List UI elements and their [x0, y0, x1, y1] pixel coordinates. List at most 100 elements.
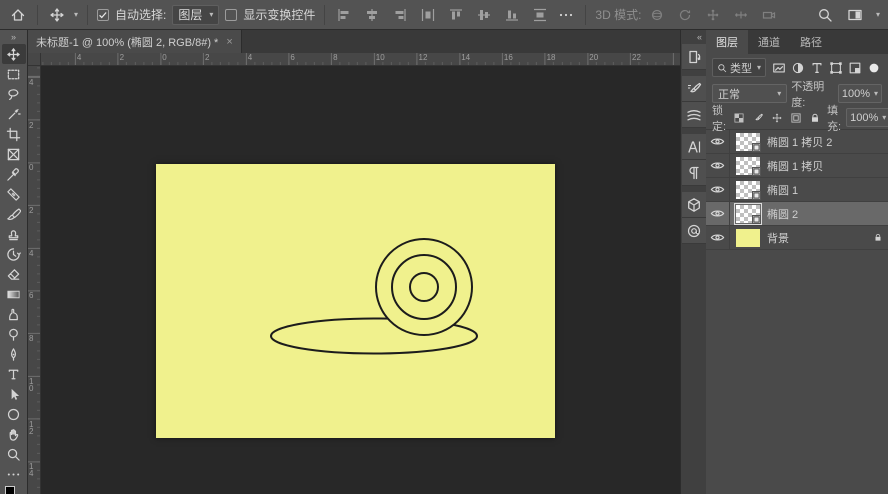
foreground-color-swatch[interactable]: [4, 486, 15, 494]
filter-smart-icon[interactable]: [846, 59, 863, 76]
character-panel-icon[interactable]: [681, 134, 706, 160]
filter-type-icon[interactable]: [808, 59, 825, 76]
align-right-icon[interactable]: [390, 5, 410, 25]
zoom-tool-icon[interactable]: [2, 444, 26, 464]
healing-tool-icon[interactable]: [2, 184, 26, 204]
3d-slide-icon[interactable]: [731, 5, 751, 25]
panel-tab-路径[interactable]: 路径: [790, 30, 832, 54]
brushes-panel-icon[interactable]: [681, 102, 706, 128]
filter-toggle-icon[interactable]: [865, 59, 882, 76]
align-center-h-icon[interactable]: [362, 5, 382, 25]
move-tool-preset-icon[interactable]: [47, 5, 67, 25]
auto-select-checkbox[interactable]: [97, 8, 110, 21]
marquee-tool-icon[interactable]: [2, 64, 26, 84]
panel-tab-通道[interactable]: 通道: [748, 30, 790, 54]
layer-row[interactable]: 背景: [706, 226, 888, 250]
brush-tool-icon[interactable]: [2, 204, 26, 224]
layer-thumbnail[interactable]: [736, 156, 761, 176]
smudge-tool-icon[interactable]: [2, 304, 26, 324]
type-tool-icon[interactable]: [2, 364, 26, 384]
history-panel-icon[interactable]: [681, 44, 706, 70]
eyedropper-tool-icon[interactable]: [2, 164, 26, 184]
canvas[interactable]: [156, 164, 555, 438]
panel-menu-icon[interactable]: [883, 30, 888, 54]
layer-name[interactable]: 椭圆 1 拷贝 2: [767, 134, 888, 150]
opacity-input[interactable]: 100% ▾: [837, 84, 882, 103]
panels-expand-chevron[interactable]: «: [681, 30, 706, 44]
ruler-origin-box[interactable]: [28, 53, 41, 66]
chevron-down-icon[interactable]: ▾: [74, 10, 78, 19]
dodge-tool-icon[interactable]: [2, 324, 26, 344]
toolbar-collapse-chevron[interactable]: »: [0, 30, 27, 44]
align-top-icon[interactable]: [446, 5, 466, 25]
visibility-eye-icon[interactable]: [706, 202, 730, 225]
filter-shape-icon[interactable]: [827, 59, 844, 76]
3d-roll-icon[interactable]: [675, 5, 695, 25]
align-left-icon[interactable]: [334, 5, 354, 25]
panel-tab-图层[interactable]: 图层: [706, 30, 748, 54]
history-brush-tool-icon[interactable]: [2, 244, 26, 264]
frame-tool-icon[interactable]: [2, 144, 26, 164]
move-tool-icon[interactable]: [1, 44, 26, 64]
visibility-eye-icon[interactable]: [706, 178, 730, 201]
ellipsis-icon[interactable]: [2, 464, 26, 484]
align-middle-icon[interactable]: [474, 5, 494, 25]
filter-adjust-icon[interactable]: [789, 59, 806, 76]
filter-pixel-icon[interactable]: [770, 59, 787, 76]
more-options-icon[interactable]: [556, 5, 576, 25]
home-icon[interactable]: [8, 5, 28, 25]
filter-kind-dropdown[interactable]: 类型 ▾: [712, 58, 766, 77]
auto-select-target-dropdown[interactable]: 图层 ▾: [172, 4, 220, 25]
3d-panel-icon[interactable]: [681, 192, 706, 218]
layer-row[interactable]: 椭圆 2: [706, 202, 888, 226]
visibility-eye-icon[interactable]: [706, 226, 730, 249]
layer-name[interactable]: 椭圆 2: [767, 206, 888, 222]
paragraph-panel-icon[interactable]: [681, 160, 706, 186]
chevron-down-icon[interactable]: ▾: [876, 10, 880, 19]
layer-thumbnail[interactable]: [736, 132, 761, 152]
lock-artboard-icon[interactable]: [788, 110, 803, 125]
ellipse-tool-icon[interactable]: [2, 404, 26, 424]
layer-thumbnail[interactable]: [736, 180, 761, 200]
3d-pan-icon[interactable]: [703, 5, 723, 25]
vertical-ruler[interactable]: 4 2 0 2 4 6 8 1 0 1 2 1 4: [28, 66, 41, 494]
3d-rotate-icon[interactable]: [647, 5, 667, 25]
3d-dolly-icon[interactable]: [759, 5, 779, 25]
visibility-eye-icon[interactable]: [706, 154, 730, 177]
layer-thumbnail[interactable]: [736, 228, 760, 247]
search-icon[interactable]: [815, 5, 835, 25]
visibility-eye-icon[interactable]: [706, 130, 730, 153]
document-tab[interactable]: 未标题-1 @ 100% (椭圆 2, RGB/8#) * ×: [28, 30, 242, 53]
horizontal-ruler[interactable]: 4 2 0 2 4 6 8 10 12 14 16 18 20 22: [41, 53, 680, 66]
layer-name[interactable]: 椭圆 1 拷贝: [767, 158, 888, 174]
wand-tool-icon[interactable]: [2, 104, 26, 124]
path-select-tool-icon[interactable]: [2, 384, 26, 404]
gradient-tool-icon[interactable]: [2, 284, 26, 304]
eraser-tool-icon[interactable]: [2, 264, 26, 284]
color-swatches[interactable]: [4, 486, 23, 494]
lock-pixel-icon[interactable]: [750, 110, 765, 125]
layer-thumbnail[interactable]: [734, 202, 762, 225]
glyphs-panel-icon[interactable]: [681, 218, 706, 244]
stamp-tool-icon[interactable]: [2, 224, 26, 244]
lock-all-icon[interactable]: [807, 110, 822, 125]
layer-row[interactable]: 椭圆 1 拷贝 2: [706, 130, 888, 154]
show-transform-checkbox[interactable]: [225, 8, 238, 21]
lasso-tool-icon[interactable]: [2, 84, 26, 104]
pen-tool-icon[interactable]: [2, 344, 26, 364]
align-bottom-icon[interactable]: [502, 5, 522, 25]
layer-row[interactable]: 椭圆 1: [706, 178, 888, 202]
brush-settings-panel-icon[interactable]: [681, 76, 706, 102]
layer-name[interactable]: 背景: [767, 230, 868, 246]
layer-row[interactable]: 椭圆 1 拷贝: [706, 154, 888, 178]
layer-name[interactable]: 椭圆 1: [767, 182, 888, 198]
close-icon[interactable]: ×: [226, 36, 232, 48]
distribute-v-icon[interactable]: [530, 5, 550, 25]
distribute-h-icon[interactable]: [418, 5, 438, 25]
lock-transparent-icon[interactable]: [731, 110, 746, 125]
fill-input[interactable]: 100% ▾: [846, 108, 888, 127]
lock-move-icon[interactable]: [769, 110, 784, 125]
crop-tool-icon[interactable]: [2, 124, 26, 144]
workspace-switcher-icon[interactable]: [845, 5, 865, 25]
hand-tool-icon[interactable]: [2, 424, 26, 444]
